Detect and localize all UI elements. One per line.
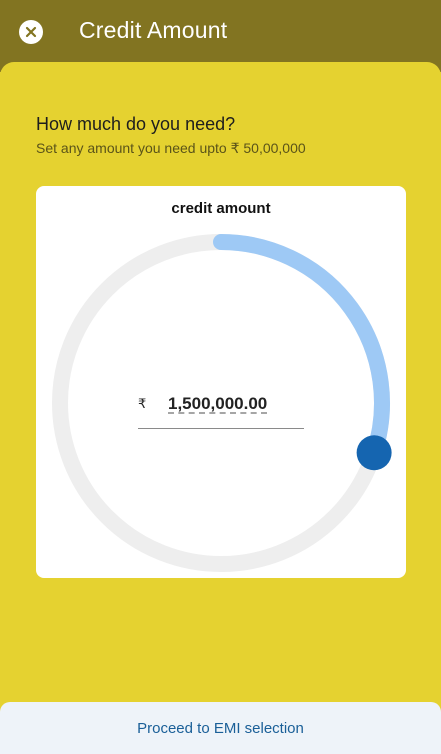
question-heading: How much do you need?	[36, 114, 236, 134]
limit-subtext: Set any amount you need upto ₹ 50,00,000	[36, 140, 306, 156]
rupee-symbol: ₹	[138, 396, 147, 411]
amount-field: ₹	[138, 386, 304, 429]
amount-dial	[52, 234, 392, 572]
page-title: Credit Amount	[79, 17, 228, 43]
card-title: credit amount	[171, 200, 271, 217]
close-button[interactable]	[19, 20, 43, 44]
credit-amount-card: credit amount ₹	[36, 186, 406, 578]
bottom-action-bar: Proceed to EMI selection	[0, 702, 441, 754]
proceed-to-emi-button[interactable]: Proceed to EMI selection	[0, 702, 441, 754]
close-icon	[25, 26, 37, 38]
dial-slider-handle[interactable]	[356, 435, 392, 471]
amount-input[interactable]	[168, 390, 298, 418]
